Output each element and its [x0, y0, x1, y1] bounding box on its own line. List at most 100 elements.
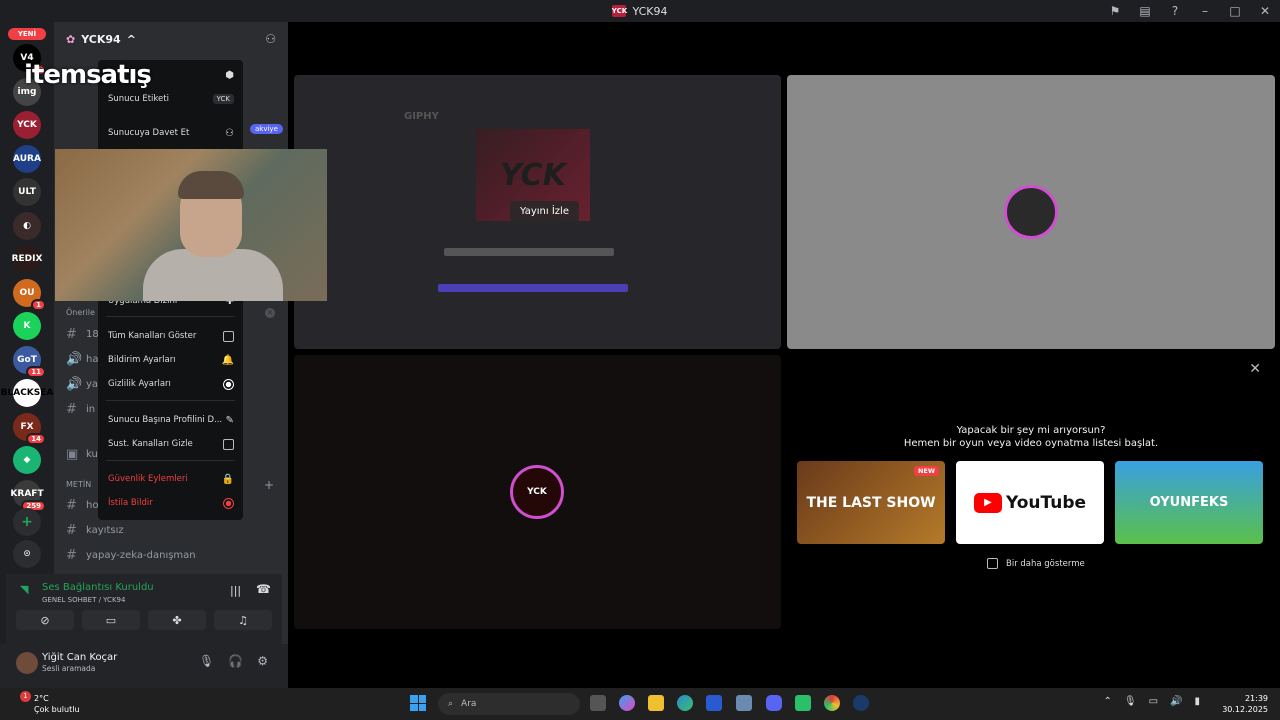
- server-icon[interactable]: BLACKSEA: [1, 379, 53, 407]
- steam-icon[interactable]: [853, 695, 869, 711]
- avatar[interactable]: [16, 652, 38, 674]
- hash-icon: #: [66, 523, 77, 538]
- noise-suppression-icon[interactable]: |||: [230, 584, 241, 597]
- soundboard-button[interactable]: ♫: [214, 610, 272, 630]
- discover-icon[interactable]: ⊙: [13, 540, 41, 568]
- store-icon[interactable]: [706, 695, 722, 711]
- window-title-text: YCK94: [632, 4, 668, 18]
- edge-icon[interactable]: [677, 695, 693, 711]
- server-icon[interactable]: AURA: [13, 144, 41, 173]
- battery-icon[interactable]: ▮: [1194, 696, 1200, 707]
- voice-channel[interactable]: GENEL SOHBET / YCK94: [42, 596, 125, 604]
- channel-item[interactable]: # yapay-zeka-danışman: [66, 548, 196, 563]
- text-category[interactable]: METİN: [66, 480, 91, 489]
- network-icon[interactable]: ▭: [1149, 696, 1158, 707]
- copilot-icon[interactable]: [619, 695, 635, 711]
- channel-item[interactable]: 🔊 ha: [66, 352, 98, 367]
- menu-item-show-all-channels[interactable]: Tüm Kanalları Göster: [108, 327, 234, 345]
- menu-item-server-tag[interactable]: Sunucu Etiketi YCK: [108, 90, 234, 108]
- watch-stream-button[interactable]: Yayını İzle: [510, 201, 579, 222]
- user-name[interactable]: Yiğit Can Koçar: [42, 652, 117, 663]
- activity-card-oyunfeks[interactable]: OYUNFEKS: [1115, 461, 1263, 544]
- close-suggested-icon[interactable]: ✕: [265, 308, 275, 318]
- server-icon[interactable]: K: [13, 312, 41, 340]
- task-view-icon[interactable]: [590, 695, 606, 711]
- channel-item[interactable]: #18: [66, 327, 99, 342]
- menu-item-notification-settings[interactable]: Bildirim Ayarları 🔔: [108, 351, 234, 369]
- channel-item[interactable]: # in: [66, 402, 95, 417]
- headphones-icon[interactable]: 🎧: [228, 654, 243, 668]
- participant-tile[interactable]: [787, 75, 1275, 349]
- speaker-icon[interactable]: 🔊: [1170, 696, 1182, 707]
- disconnect-icon[interactable]: ☎: [256, 582, 271, 596]
- menu-item-report-raid[interactable]: İstila Bildir: [108, 494, 234, 512]
- file-explorer-icon[interactable]: [648, 695, 664, 711]
- microphone-icon[interactable]: 🎙: [199, 654, 214, 668]
- menu-item-hide-muted[interactable]: Sust. Kanalları Gizle: [108, 435, 234, 453]
- dont-show-again[interactable]: Bir daha gösterme: [987, 558, 1085, 569]
- server-icon[interactable]: FX 14: [13, 412, 46, 445]
- help-icon[interactable]: ?: [1160, 4, 1190, 18]
- menu-item-invite[interactable]: Sunucuya Davet Et ⚇: [108, 124, 234, 142]
- mention-badge: 11: [26, 365, 46, 378]
- server-icon[interactable]: ◆: [13, 446, 41, 474]
- minimize-button[interactable]: –: [1190, 4, 1220, 18]
- activity-card-youtube[interactable]: ▶ YouTube: [956, 461, 1104, 544]
- flag-icon[interactable]: ⚑: [1100, 4, 1130, 18]
- activities-button[interactable]: ✤: [148, 610, 206, 630]
- participant-tile[interactable]: YCK: [294, 355, 781, 629]
- server-icon[interactable]: REDIX: [12, 245, 42, 273]
- clock[interactable]: 21:39 30.12.2025: [1222, 693, 1268, 715]
- microphone-icon[interactable]: 🎙: [1124, 696, 1137, 707]
- channel-name: 18: [86, 329, 99, 340]
- server-avatar-icon: ✿: [66, 32, 76, 46]
- menu-item-security-actions[interactable]: Güvenlik Eylemleri 🔒: [108, 470, 234, 488]
- add-member-icon[interactable]: ⚇: [265, 32, 276, 46]
- activity-card-last-show[interactable]: THE LAST SHOW NEW: [797, 461, 945, 544]
- voice-status[interactable]: Ses Bağlantısı Kuruldu: [42, 582, 154, 593]
- server-icon[interactable]: OU 1: [13, 278, 46, 311]
- server-icon[interactable]: YCK: [13, 111, 41, 139]
- settings-app-icon[interactable]: [736, 695, 752, 711]
- server-icon[interactable]: ULT: [13, 178, 41, 206]
- server-tag-badge: YCK: [212, 94, 234, 104]
- channel-item[interactable]: # kayıtsız: [66, 523, 124, 538]
- server-icon[interactable]: ◐: [13, 211, 41, 240]
- channel-item[interactable]: # ho: [66, 498, 98, 513]
- app-icon[interactable]: [795, 695, 811, 711]
- settings-gear-icon[interactable]: ⚙: [257, 654, 268, 668]
- discord-icon[interactable]: [766, 695, 782, 711]
- youtube-play-icon: ▶: [973, 492, 1002, 513]
- add-channel-icon[interactable]: +: [264, 478, 274, 492]
- stream-tile[interactable]: GIPHY YCK Yayını İzle: [294, 75, 781, 349]
- shield-icon: ⬢: [225, 69, 234, 81]
- person-hair: [178, 171, 244, 199]
- hash-icon: #: [66, 327, 77, 342]
- windows-start-icon[interactable]: [410, 695, 426, 711]
- alert-icon: [223, 497, 234, 509]
- menu-item-edit-profile[interactable]: Sunucu Başına Profilini D... ✎: [108, 411, 234, 429]
- chevron-up-icon[interactable]: ⌃: [1103, 696, 1111, 707]
- camera-off-button[interactable]: ⊘: [16, 610, 74, 630]
- checkbox-icon[interactable]: [987, 558, 998, 569]
- server-icon[interactable]: KRAFT 259: [10, 479, 46, 512]
- server-icon[interactable]: GoT 11: [13, 345, 46, 378]
- close-icon[interactable]: ✕: [1249, 361, 1261, 377]
- speaker-icon: 🔊: [66, 377, 83, 392]
- divider: [106, 316, 235, 317]
- add-person-icon: ⚇: [225, 127, 234, 139]
- server-header[interactable]: ✿ YCK94 ^ ⚇: [54, 22, 288, 56]
- chrome-icon[interactable]: [824, 695, 840, 711]
- signal-icon[interactable]: ◥: [20, 583, 28, 596]
- boost-label[interactable]: akviye: [250, 124, 283, 134]
- add-server-icon[interactable]: +: [13, 508, 41, 536]
- maximize-button[interactable]: □: [1220, 4, 1250, 18]
- checkbox-icon: [223, 330, 234, 342]
- screen-share-button[interactable]: ▭: [82, 610, 140, 630]
- weather-widget[interactable]: 2°C Çok bulutlu: [34, 693, 80, 715]
- search-input[interactable]: ⌕ Ara: [438, 693, 580, 715]
- inbox-icon[interactable]: ▤: [1130, 4, 1160, 18]
- menu-item-privacy-settings[interactable]: Gizlilik Ayarları: [108, 375, 234, 393]
- channel-item[interactable]: ▣ ku: [66, 447, 98, 462]
- close-button[interactable]: ✕: [1250, 4, 1280, 18]
